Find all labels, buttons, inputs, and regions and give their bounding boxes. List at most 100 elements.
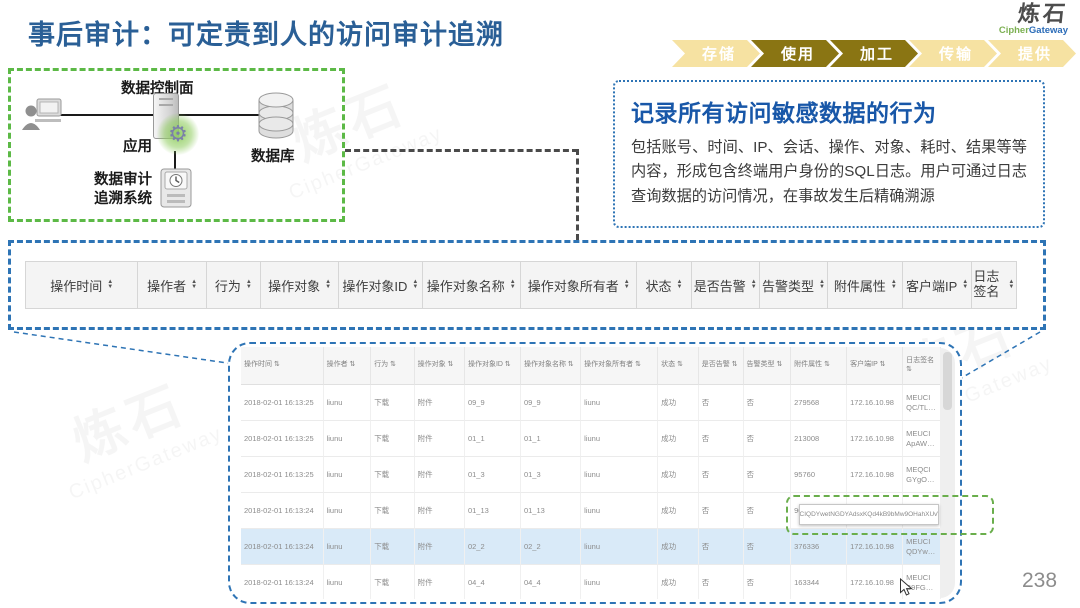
sort-icon[interactable]: ▲▼ [962,280,968,290]
table-cell: 下载 [371,385,414,421]
sort-icon[interactable]: ▲▼ [412,280,418,290]
page-title: 事后审计：可定责到人的访问审计追溯 [28,13,504,52]
scrollbar[interactable] [940,348,955,598]
column-header-label: 状态 [646,276,672,295]
column-header-1[interactable]: 操作时间▲▼ [25,261,138,309]
table-cell: 否 [744,529,792,565]
mini-column-header[interactable]: 操作对象ID ⇅ [465,347,521,385]
sort-icon[interactable]: ▲▼ [819,280,825,290]
slide: 炼石 CipherGateway 炼石 CipherGateway 炼石 Cip… [0,0,1080,608]
table-cell: liunu [324,385,372,421]
column-header-label: 行为 [215,276,241,295]
mini-column-header[interactable]: 操作时间 ⇅ [241,347,324,385]
column-header-label: 操作对象名称 [427,276,505,295]
table-cell: MEUCI ApAW… [903,421,941,457]
column-header-5[interactable]: 操作对象ID▲▼ [338,261,422,309]
mini-column-header[interactable]: 操作对象名称 ⇅ [521,347,581,385]
table-cell: 2018-02-01 16:13:25 [241,421,324,457]
table-cell: 279568 [791,385,847,421]
mini-column-header[interactable]: 操作对象所有者 ⇅ [581,347,658,385]
mini-column-header[interactable]: 行为 ⇅ [371,347,414,385]
table-cell: 02_2 [465,529,521,565]
sort-icon[interactable]: ▲▼ [751,280,757,290]
column-header-4[interactable]: 操作对象 ▲▼ [260,261,339,309]
table-cell: 2018-02-01 16:13:25 [241,457,324,493]
table-cell: 否 [699,457,744,493]
column-header-11[interactable]: 附件属性▲▼ [827,261,903,309]
table-cell: 否 [744,493,792,529]
table-cell: liunu [581,385,658,421]
table-cell: liunu [324,565,372,599]
column-header-label: 是否告警 [694,276,746,295]
sort-icon[interactable]: ▲▼ [677,280,683,290]
mini-column-header[interactable]: 状态 ⇅ [658,347,699,385]
mini-column-header[interactable]: 告警类型 ⇅ [744,347,792,385]
column-header-9[interactable]: 是否告警 ▲▼ [691,261,760,309]
sort-icon[interactable]: ▲▼ [325,280,331,290]
table-cell: liunu [581,457,658,493]
table-cell: liunu [324,529,372,565]
column-header-10[interactable]: 告警类型▲▼ [759,261,828,309]
dashed-connector [576,149,579,240]
table-cell: 附件 [415,493,465,529]
table-cell: 否 [699,565,744,599]
sort-icon[interactable]: ▲▼ [624,280,630,290]
table-cell: 2018-02-01 16:13:24 [241,529,324,565]
table-cell: liunu [581,493,658,529]
table-cell: 09_9 [465,385,521,421]
table-cell: liunu [324,457,372,493]
table-cell: liunu [324,421,372,457]
sort-icon[interactable]: ▲▼ [891,280,897,290]
scrollbar-thumb[interactable] [943,352,952,410]
table-cell: 01_13 [465,493,521,529]
sort-icon[interactable]: ▲▼ [1008,280,1014,290]
column-header-label: 操作对象所有者 [528,276,619,295]
mini-column-header[interactable]: 日志签名 ⇅ [903,347,941,385]
sort-icon[interactable]: ▲▼ [246,280,252,290]
table-cell: 163344 [791,565,847,599]
data-lifecycle-flow: 存储使用加工传输提供 [672,40,1076,67]
column-header-label: 操作对象 [268,276,320,295]
audit-log-screenshot: 操作时间 ⇅操作者 ⇅行为 ⇅操作对象 ⇅操作对象ID ⇅操作对象名称 ⇅操作对… [228,342,962,604]
table-cell: 01_3 [465,457,521,493]
sort-icon[interactable]: ▲▼ [107,280,113,290]
mini-column-header[interactable]: 是否告警 ⇅ [699,347,744,385]
sort-icon[interactable]: ▲▼ [191,280,197,290]
column-header-8[interactable]: 状态 ▲▼ [636,261,691,309]
table-row[interactable]: 2018-02-01 16:13:25liunu下载附件09_909_9liun… [241,385,941,421]
mini-column-header[interactable]: 操作者 ⇅ [324,347,372,385]
table-cell: 172.16.10.98 [847,457,903,493]
table-cell: 附件 [415,565,465,599]
table-cell: 2018-02-01 16:13:25 [241,385,324,421]
table-cell: liunu [581,421,658,457]
flow-step-3: 加工 [830,40,918,67]
table-cell: 否 [744,457,792,493]
app-label: 应用 [123,135,152,156]
mini-column-header[interactable]: 客户端IP ⇅ [847,347,903,385]
table-row[interactable]: 2018-02-01 16:13:25liunu下载附件01_101_1liun… [241,421,941,457]
sort-icon[interactable]: ▲▼ [510,280,516,290]
column-header-3[interactable]: 行为 ▲▼ [206,261,261,309]
column-header-6[interactable]: 操作对象名称 ▲▼ [422,261,521,309]
table-cell: 否 [699,421,744,457]
column-header-13[interactable]: 日志签名▲▼ [971,261,1017,309]
table-cell: 下载 [371,421,414,457]
mini-column-header[interactable]: 操作对象 ⇅ [415,347,465,385]
column-header-7[interactable]: 操作对象所有者 ▲▼ [520,261,637,309]
table-row[interactable]: 2018-02-01 16:13:24liunu下载附件04_404_4liun… [241,565,941,599]
audit-system-label: 数据审计 追溯系统 [91,171,155,209]
table-cell: 2018-02-01 16:13:24 [241,565,324,599]
flow-step-2: 使用 [751,40,839,67]
table-cell: 成功 [658,565,699,599]
audit-system-icon [159,167,193,214]
column-header-2[interactable]: 操作者▲▼ [137,261,206,309]
column-header-12[interactable]: 客户端IP ▲▼ [902,261,971,309]
info-panel-heading: 记录所有访问敏感数据的行为 [631,94,1027,128]
logo-wordmark: 炼石 [1017,3,1069,25]
table-cell: 213008 [791,421,847,457]
column-header-label: 客户端IP [906,276,957,295]
table-row[interactable]: 2018-02-01 16:13:25liunu下载附件01_301_3liun… [241,457,941,493]
mini-column-header[interactable]: 附件属性 ⇅ [791,347,847,385]
table-cell: 172.16.10.98 [847,385,903,421]
page-number: 238 [1022,569,1057,593]
